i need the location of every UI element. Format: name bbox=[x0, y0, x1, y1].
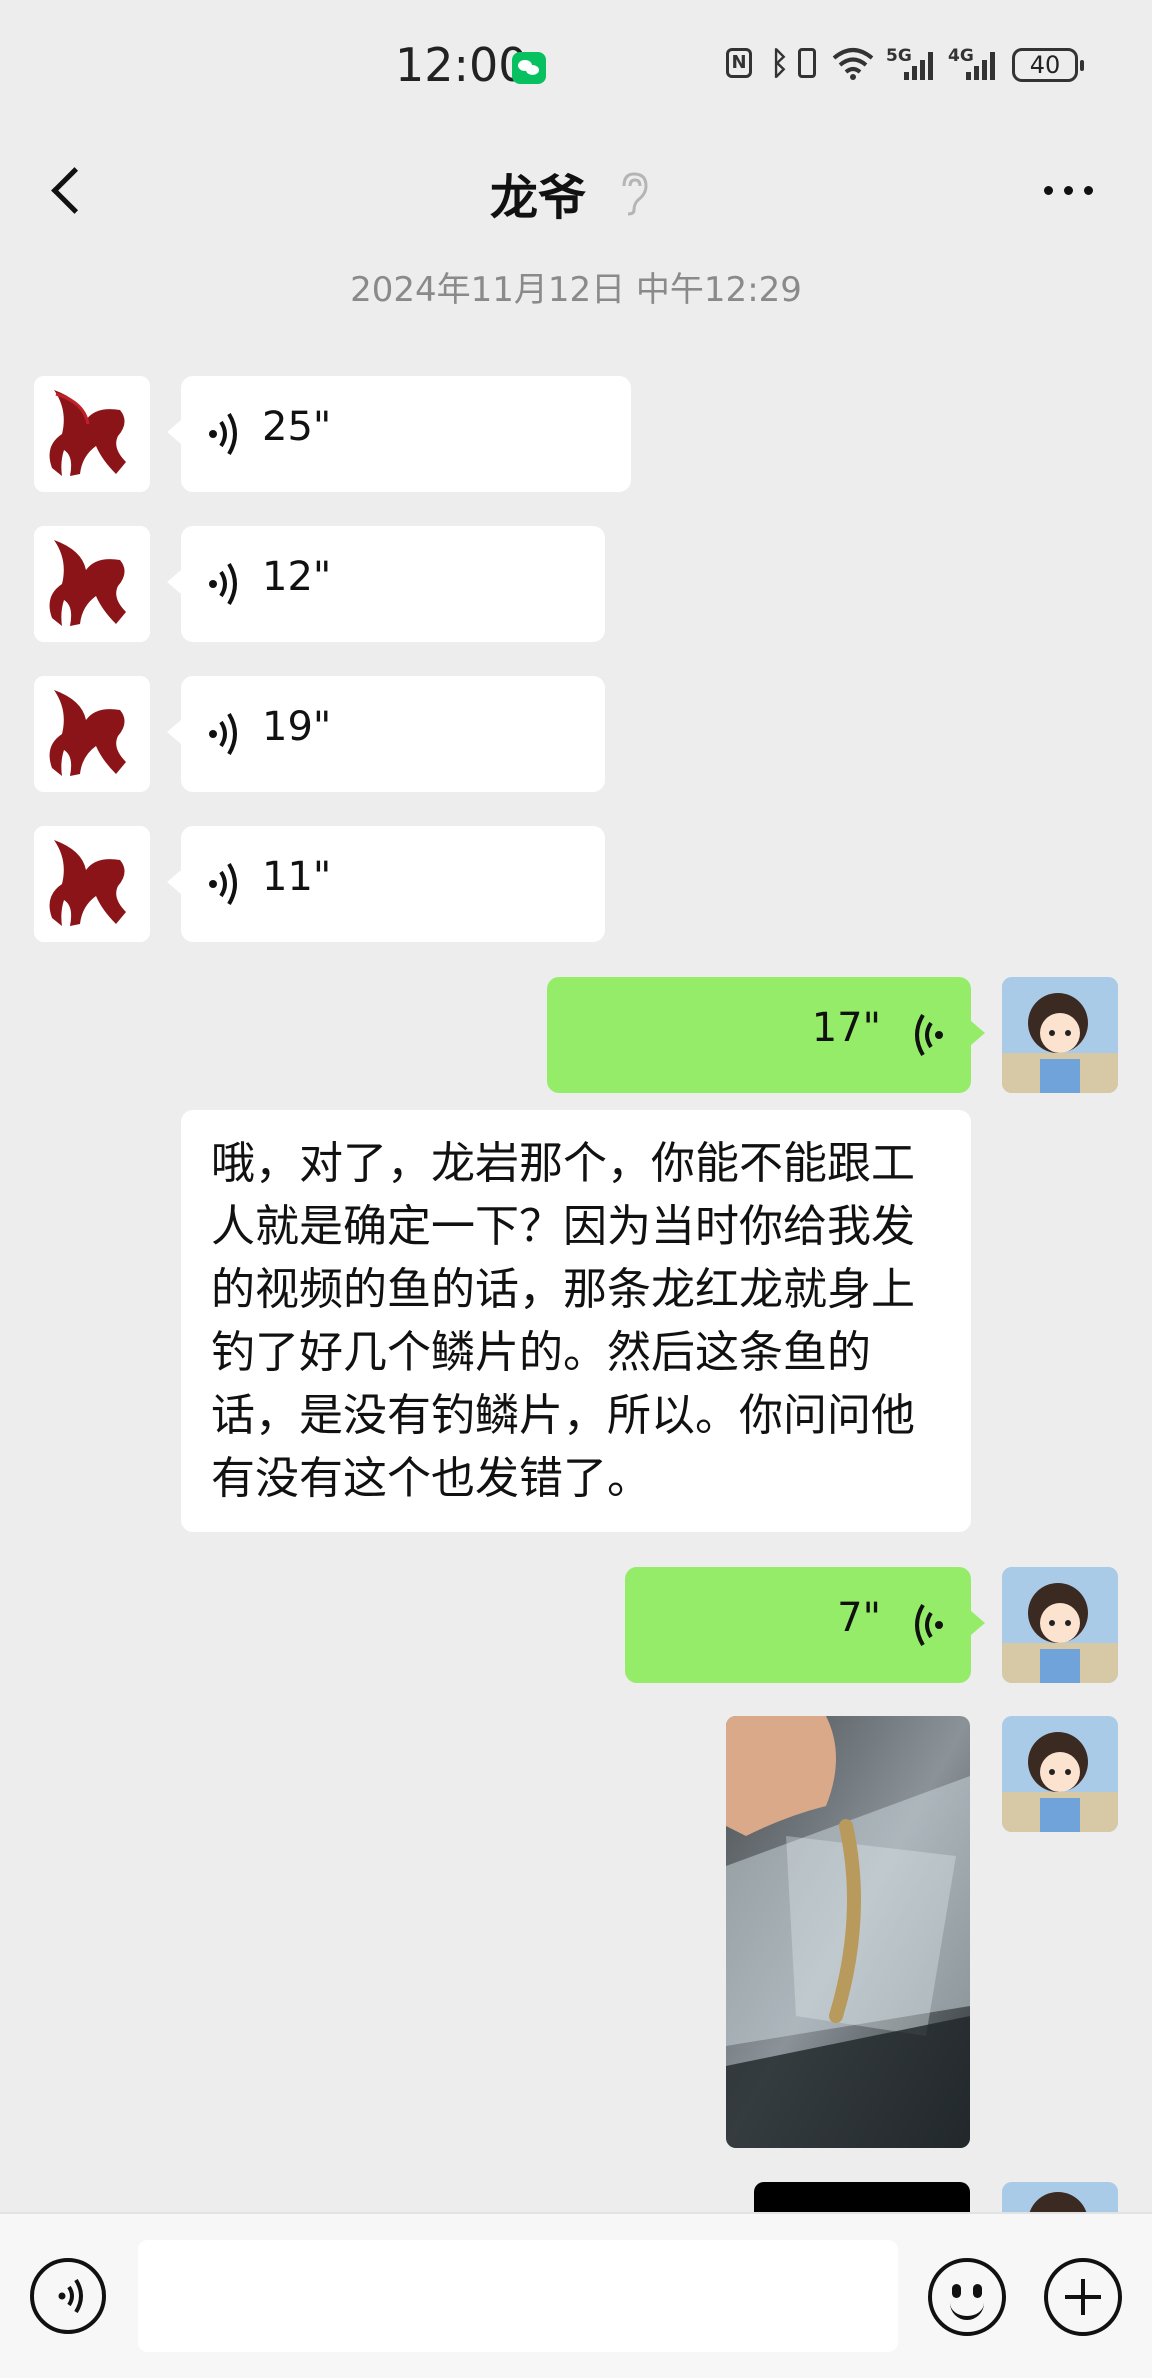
nfc-icon: N bbox=[726, 48, 752, 78]
voice-message[interactable]: 12" bbox=[167, 526, 605, 642]
image-message[interactable] bbox=[726, 1716, 970, 2148]
vibrate-icon bbox=[798, 48, 816, 78]
signal-5g-icon: 5G bbox=[886, 46, 934, 84]
status-time: 12:00 bbox=[395, 38, 528, 92]
voice-duration: 19" bbox=[262, 704, 332, 750]
more-icon[interactable] bbox=[1040, 170, 1100, 210]
battery-icon: 40 bbox=[1012, 48, 1084, 82]
emoji-icon[interactable] bbox=[928, 2258, 1006, 2336]
my-avatar[interactable] bbox=[1002, 977, 1118, 1093]
bluetooth-icon: ᛒ bbox=[770, 44, 790, 82]
voice-wave-icon bbox=[209, 712, 237, 756]
voice-duration: 12" bbox=[262, 554, 332, 600]
status-icons: N ᛒ 5G 4G 40 bbox=[726, 44, 1086, 90]
status-bar: 12:00 N ᛒ 5G 4G 40 bbox=[0, 0, 1152, 130]
wifi-icon bbox=[832, 48, 874, 80]
voice-message[interactable]: 11" bbox=[167, 826, 605, 942]
voice-message-sent[interactable]: 17" bbox=[547, 977, 985, 1093]
voice-duration: 11" bbox=[262, 854, 332, 900]
contact-avatar[interactable] bbox=[34, 676, 150, 792]
voice-toggle-icon[interactable] bbox=[30, 2258, 106, 2334]
ear-icon bbox=[622, 172, 648, 216]
my-avatar[interactable] bbox=[1002, 1567, 1118, 1683]
voice-message[interactable]: 19" bbox=[167, 676, 605, 792]
contact-avatar[interactable] bbox=[34, 826, 150, 942]
voice-duration: 17" bbox=[811, 1005, 881, 1051]
voice-wave-icon bbox=[209, 862, 237, 906]
message-input[interactable] bbox=[138, 2240, 898, 2352]
my-avatar[interactable] bbox=[1002, 1716, 1118, 1832]
voice-wave-icon bbox=[915, 1603, 943, 1647]
voice-message[interactable]: 25" bbox=[167, 376, 631, 492]
contact-avatar[interactable] bbox=[34, 376, 150, 492]
chat-header: 龙爷 bbox=[0, 130, 1152, 250]
voice-duration: 25" bbox=[262, 404, 332, 450]
signal-4g-icon: 4G bbox=[948, 46, 996, 84]
back-icon[interactable] bbox=[46, 164, 82, 216]
voice-wave-icon bbox=[209, 412, 237, 456]
plus-icon[interactable] bbox=[1044, 2258, 1122, 2336]
contact-avatar[interactable] bbox=[34, 526, 150, 642]
voice-wave-icon bbox=[915, 1013, 943, 1057]
message-timestamp: 2024年11月12日 中午12:29 bbox=[350, 270, 802, 310]
voice-wave-icon bbox=[209, 562, 237, 606]
voice-message-sent[interactable]: 7" bbox=[625, 1567, 985, 1683]
wechat-notification-icon bbox=[512, 52, 546, 84]
my-avatar[interactable] bbox=[1002, 2182, 1118, 2212]
input-bar bbox=[0, 2212, 1152, 2378]
voice-duration: 7" bbox=[837, 1595, 881, 1641]
chat-title[interactable]: 龙爷 bbox=[490, 158, 586, 228]
video-message[interactable] bbox=[754, 2182, 970, 2212]
text-message[interactable]: 哦，对了，龙岩那个，你能不能跟工人就是确定一下？因为当时你给我发的视频的鱼的话，… bbox=[181, 1110, 971, 1532]
message-text: 哦，对了，龙岩那个，你能不能跟工人就是确定一下？因为当时你给我发的视频的鱼的话，… bbox=[211, 1138, 915, 1504]
